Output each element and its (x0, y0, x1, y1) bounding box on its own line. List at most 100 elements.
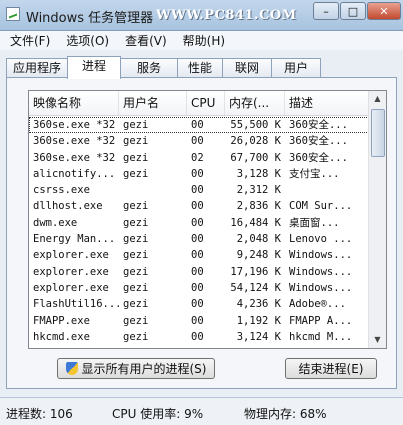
process-description: 支付宝... (289, 167, 340, 180)
tab-processes[interactable]: 进程 (67, 56, 121, 79)
menu-view[interactable]: 查看(V) (119, 32, 173, 49)
process-memory: 17,196 K (230, 265, 281, 278)
table-row[interactable]: dllhost.exe gezi 00 2,836 K COM Sur... (29, 198, 369, 214)
column-memory[interactable]: 内存(... (225, 91, 285, 115)
scroll-down-icon[interactable]: ▼ (369, 332, 386, 348)
process-image-name: dwm.exe (33, 216, 78, 229)
table-row[interactable]: FlashUtil16... gezi 00 4,236 K Adobe®... (29, 296, 369, 312)
process-user-name: gezi (123, 249, 149, 262)
process-user-name (119, 182, 187, 198)
status-bar: 进程数: 106 CPU 使用率: 9% 物理内存: 68% (0, 397, 403, 425)
process-description: Windows... (289, 265, 353, 278)
process-image-name: csrss.exe (33, 184, 90, 197)
column-user-name[interactable]: 用户名 (119, 91, 187, 115)
table-row[interactable]: FMAPP.exe gezi 00 1,192 K FMAPP A... (29, 313, 369, 329)
process-memory: 3,128 K (236, 167, 281, 180)
table-row[interactable]: explorer.exe gezi 00 54,124 K Windows... (29, 280, 369, 296)
status-cpu-usage: CPU 使用率: 9% (112, 407, 204, 421)
minimize-icon: – (323, 4, 329, 18)
process-image-name: FMAPP.exe (33, 314, 90, 327)
process-cpu: 00 (191, 184, 204, 197)
menu-options[interactable]: 选项(O) (60, 32, 115, 49)
process-list[interactable]: 映像名称 用户名 CPU 内存(... 描述 360se.exe *32 gezi… (28, 90, 387, 349)
process-image-name: 360se.exe *32 (33, 151, 116, 164)
shield-icon (65, 362, 78, 375)
process-user-name: gezi (123, 151, 149, 164)
process-user-name: gezi (123, 233, 149, 246)
process-image-name: explorer.exe (33, 281, 109, 294)
process-cpu: 00 (191, 233, 204, 246)
menu-help[interactable]: 帮助(H) (177, 32, 231, 49)
maximize-icon: □ (347, 4, 359, 18)
column-image-name[interactable]: 映像名称 (29, 91, 119, 115)
tab-networking[interactable]: 联网 (222, 58, 272, 77)
column-description[interactable]: 描述 (285, 91, 369, 115)
process-cpu: 00 (191, 216, 204, 229)
process-image-name: dllhost.exe (33, 200, 103, 213)
process-description: hkcmd M... (289, 330, 353, 343)
tab-performance[interactable]: 性能 (177, 58, 223, 77)
table-row[interactable]: csrss.exe 00 2,312 K (29, 182, 369, 198)
process-memory: 2,048 K (236, 233, 281, 246)
process-description: Windows... (289, 249, 353, 262)
close-button[interactable]: ✕ (367, 2, 401, 20)
process-memory: 55,500 K (230, 119, 281, 131)
minimize-button[interactable]: – (313, 2, 339, 20)
table-row[interactable]: hkcmd.exe gezi 00 3,124 Khkcmd M... (29, 329, 369, 345)
process-description: 桌面窗... (289, 216, 340, 229)
watermark: WWW.PC841.COM (156, 8, 297, 23)
table-row[interactable]: Energy Man... gezi 00 2,048 K Lenovo ... (29, 231, 369, 247)
column-cpu[interactable]: CPU (187, 91, 225, 115)
tab-services[interactable]: 服务 (120, 58, 178, 77)
title-bar[interactable]: Windows 任务管理器 WWW.PC841.COM – □ ✕ (0, 0, 403, 31)
status-physical-memory: 物理内存: 68% (244, 407, 327, 421)
process-cpu: 00 (187, 345, 225, 348)
table-row[interactable]: 360se.exe *32 gezi 00 26,028 K 360安全... (29, 133, 369, 149)
table-row[interactable]: 360se.exe *32 gezi 00 55,500 K 360安全... (29, 117, 369, 134)
process-description: Adobe®... (289, 298, 346, 311)
table-row[interactable]: explorer.exe gezi 00 9,248 K Windows... (29, 247, 369, 263)
table-row[interactable]: alicnotify... gezi 00 3,128 K 支付宝... (29, 166, 369, 182)
show-all-users-button[interactable]: 显示所有用户的进程(S) (57, 358, 215, 379)
process-image-name: 360se.exe *32 (33, 119, 116, 131)
table-row[interactable]: 360se.exe *32 gezi 02 67,700 K 360安全... (29, 150, 369, 166)
tab-users[interactable]: 用户 (271, 58, 321, 77)
task-manager-icon (6, 7, 20, 21)
window-title: Windows 任务管理器 (26, 11, 154, 26)
table-row[interactable]: IAStorIcon...gezi004,520 KIAStorI... (29, 345, 369, 348)
process-cpu: 02 (191, 151, 204, 164)
process-user-name: gezi (123, 265, 149, 278)
tab-applications[interactable]: 应用程序 (6, 58, 68, 77)
menu-bar: 文件(F) 选项(O) 查看(V) 帮助(H) (0, 31, 403, 50)
process-user-name: gezi (123, 298, 149, 311)
scroll-up-icon[interactable]: ▲ (369, 91, 386, 107)
process-user-name: gezi (123, 135, 149, 148)
process-cpu: 00 (191, 200, 204, 213)
process-image-name: IAStorIcon... (29, 345, 119, 348)
processes-panel: 映像名称 用户名 CPU 内存(... 描述 360se.exe *32 gezi… (6, 77, 397, 389)
table-row[interactable]: dwm.exe gezi 00 16,484 K 桌面窗... (29, 215, 369, 231)
menu-file[interactable]: 文件(F) (4, 32, 56, 49)
process-user-name: gezi (123, 281, 149, 294)
process-user-name: gezi (123, 314, 149, 327)
list-header: 映像名称 用户名 CPU 内存(... 描述 (29, 91, 369, 116)
maximize-button[interactable]: □ (340, 2, 366, 20)
process-memory: 1,192 K (236, 314, 281, 327)
process-description: Windows... (289, 281, 353, 294)
process-memory: 4,236 K (236, 298, 281, 311)
process-user-name: gezi (119, 345, 187, 348)
process-cpu: 00 (191, 281, 204, 294)
process-user-name: gezi (123, 216, 149, 229)
process-image-name: explorer.exe (33, 249, 109, 262)
end-process-button[interactable]: 结束进程(E) (285, 358, 377, 379)
scroll-thumb[interactable] (371, 109, 385, 157)
process-description: Lenovo ... (289, 233, 353, 246)
process-image-name: FlashUtil16... (33, 298, 119, 311)
end-process-label: 结束进程(E) (298, 362, 364, 376)
vertical-scrollbar[interactable]: ▲ ▼ (368, 91, 386, 348)
process-image-name: alicnotify... (33, 167, 116, 180)
process-description: COM Sur... (289, 200, 353, 213)
process-cpu: 00 (191, 249, 204, 262)
table-row[interactable]: explorer.exe gezi 00 17,196 K Windows... (29, 264, 369, 280)
process-memory: 16,484 K (230, 216, 281, 229)
